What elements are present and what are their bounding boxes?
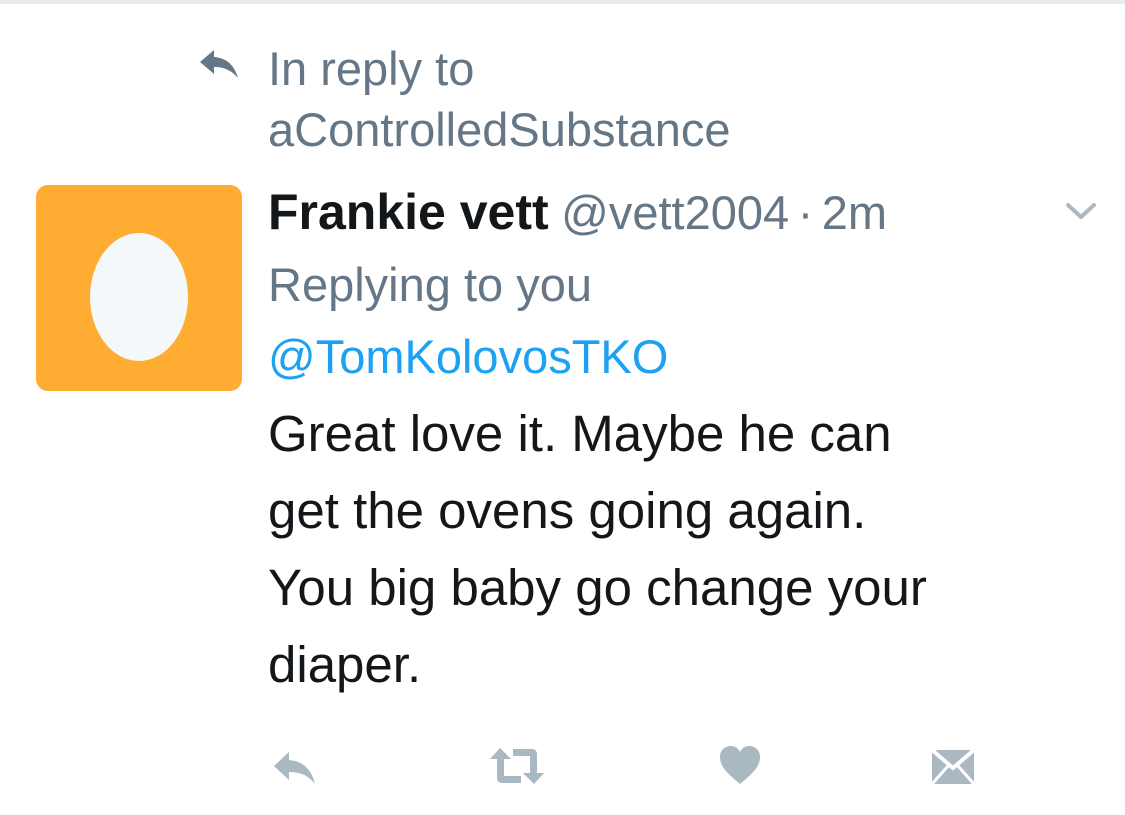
mention-link[interactable]: @TomKolovosTKO (268, 319, 1098, 395)
egg-avatar-icon (90, 233, 188, 361)
retweet-icon[interactable] (488, 744, 546, 788)
tweet-timestamp[interactable]: 2m (822, 186, 887, 239)
tweet: Frankie vett @vett2004 · 2m Replying to … (268, 181, 1098, 703)
heart-icon[interactable] (718, 744, 762, 788)
tweet-text: Great love it. Maybe he can get the oven… (268, 395, 1098, 703)
tweet-actions (268, 744, 988, 788)
separator-dot: · (797, 186, 814, 239)
reply-context-label: In reply to (268, 42, 475, 95)
tweet-header: Frankie vett @vett2004 · 2m (268, 181, 1098, 245)
tweet-text-line: get the ovens going again. (268, 482, 867, 539)
tweet-screen: In reply to aControlledSubstance Frankie… (0, 0, 1125, 815)
tweet-text-line: diaper. (268, 636, 422, 693)
replying-to-label: Replying to you (268, 258, 592, 311)
display-name[interactable]: Frankie vett (268, 184, 549, 240)
reply-context-username[interactable]: aControlledSubstance (268, 99, 730, 160)
reply-icon[interactable] (270, 744, 318, 788)
envelope-icon[interactable] (930, 744, 976, 788)
tweet-text-line: Great love it. Maybe he can (268, 405, 892, 462)
tweet-text-line: You big baby go change your (268, 559, 927, 616)
reply-context-text: In reply to aControlledSubstance (268, 38, 730, 160)
chevron-down-icon[interactable] (1064, 199, 1098, 223)
reply-arrow-icon (200, 50, 238, 78)
user-handle[interactable]: @vett2004 (561, 186, 789, 239)
avatar[interactable] (36, 185, 242, 391)
